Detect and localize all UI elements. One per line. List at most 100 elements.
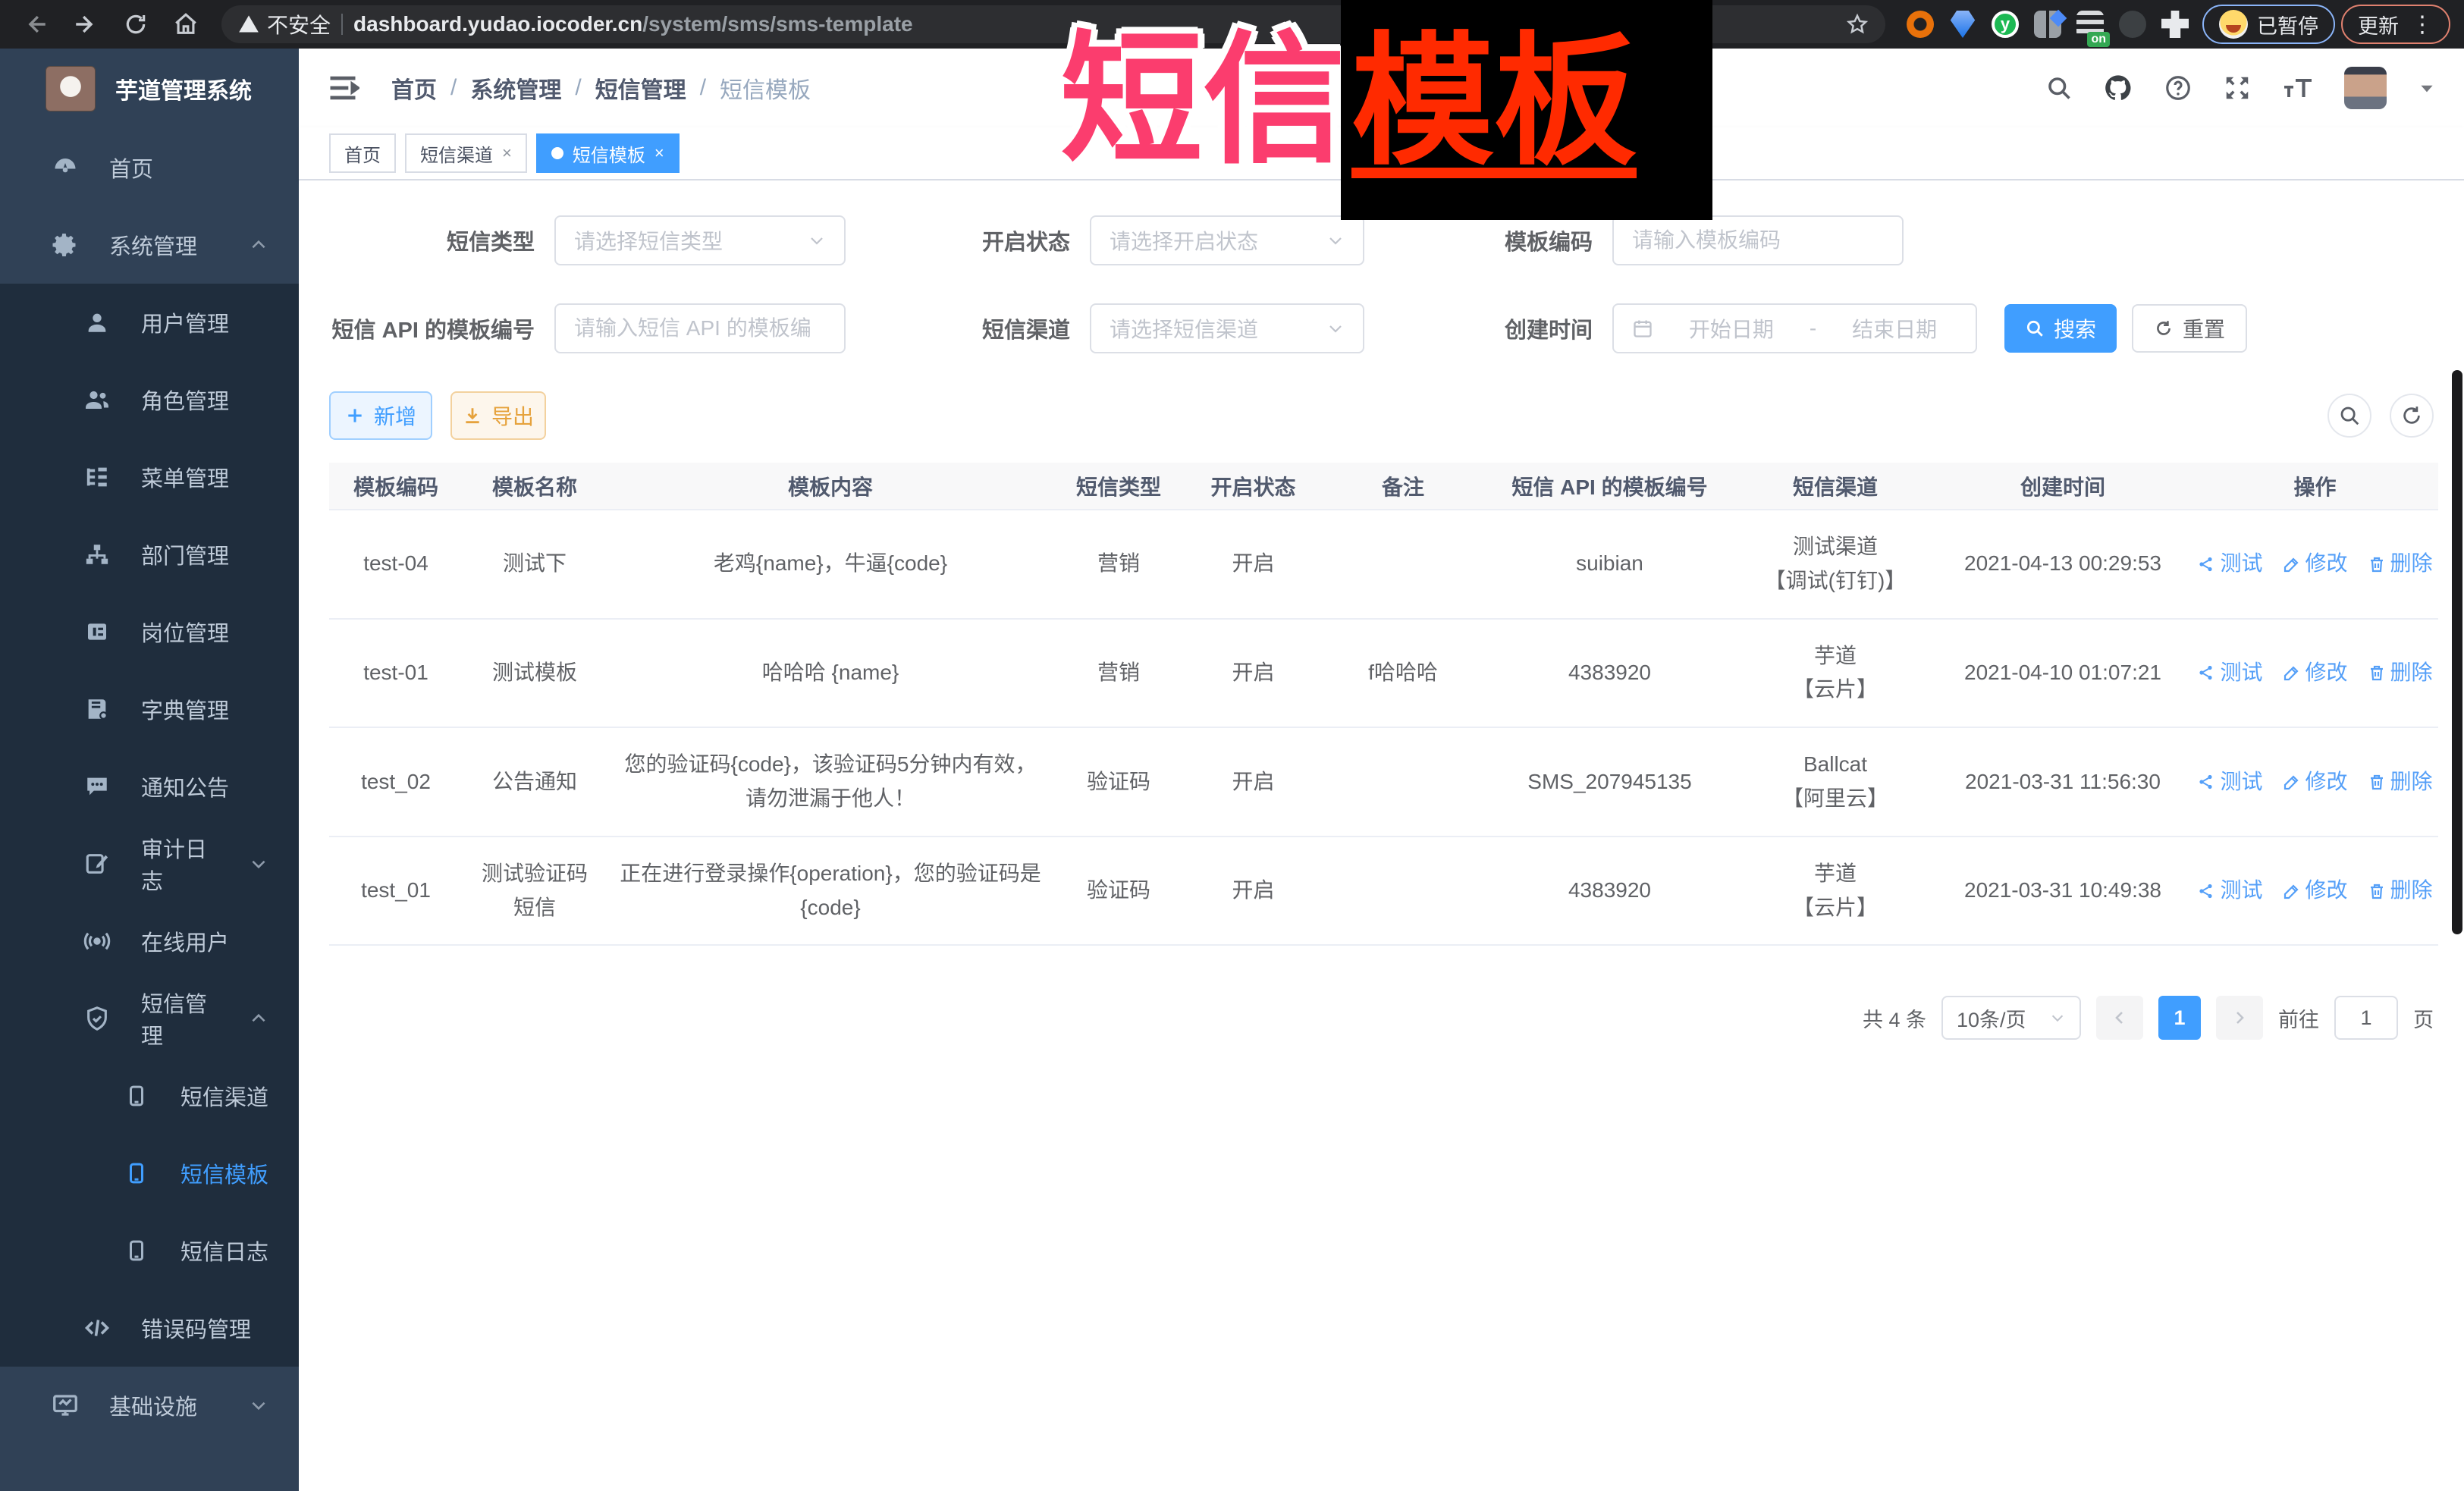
delete-link[interactable]: 删除 [2368,874,2433,908]
github-icon[interactable] [2103,73,2133,103]
test-link[interactable]: 测试 [2197,874,2262,908]
extension-grid-icon[interactable] [2034,11,2061,38]
test-link[interactable]: 测试 [2197,765,2262,799]
search-button[interactable]: 搜索 [2004,304,2117,353]
col-header-actions: 操作 [2192,463,2438,510]
tab-sms-template[interactable]: 短信模板 × [536,133,680,173]
delete-link[interactable]: 删除 [2368,547,2433,581]
sidebar-item-sms[interactable]: 短信管理 [0,980,299,1057]
font-size-icon[interactable] [2282,74,2314,102]
page-size-select[interactable]: 10条/页 [1941,996,2081,1040]
extension-pin-icon[interactable] [1949,11,1976,38]
page-number-1[interactable]: 1 [2158,996,2201,1040]
extension-list-icon[interactable]: on [2076,11,2104,38]
breadcrumb-sms[interactable]: 短信管理 [595,71,686,105]
sidebar-item-system[interactable]: 系统管理 [0,206,299,284]
user-avatar[interactable] [2344,67,2387,109]
edit-link[interactable]: 修改 [2283,547,2348,581]
sidebar-item-error-code[interactable]: 错误码管理 [0,1289,299,1367]
next-page-button[interactable] [2216,996,2263,1040]
edit-link[interactable]: 修改 [2283,765,2348,799]
status-select[interactable]: 请选择开启状态 [1090,215,1364,265]
sms-type-select[interactable]: 请选择短信类型 [554,215,846,265]
extensions-puzzle-icon[interactable] [2161,11,2189,38]
sidebar-item-sms-template[interactable]: 短信模板 [0,1135,299,1212]
sidebar-item-posts[interactable]: 岗位管理 [0,593,299,670]
sidebar-item-audit-log[interactable]: 审计日志 [0,825,299,902]
caret-down-icon[interactable] [2417,78,2437,98]
show-search-icon-button[interactable] [2327,394,2371,438]
sidebar-item-depts[interactable]: 部门管理 [0,516,299,593]
cell-status: 开启 [1183,510,1323,619]
channel-select[interactable]: 请选择短信渠道 [1090,303,1364,353]
sidebar-item-users[interactable]: 用户管理 [0,284,299,361]
chevron-down-icon [1326,319,1345,337]
delete-link[interactable]: 删除 [2368,656,2433,690]
sidebar-item-menus[interactable]: 菜单管理 [0,438,299,516]
prev-page-button[interactable] [2096,996,2143,1040]
add-button[interactable]: 新增 [329,391,432,440]
on-badge: on [2087,32,2110,47]
cell-name: 测试模板 [463,619,607,728]
refresh-icon-button[interactable] [2390,394,2434,438]
sidebar-item-notice[interactable]: 通知公告 [0,748,299,825]
cell-created: 2021-03-31 11:56:30 [1934,727,2192,837]
close-icon[interactable]: × [654,143,664,163]
extension-y-icon[interactable]: y [1992,11,2019,38]
tab-sms-channel[interactable]: 短信渠道 × [405,133,527,173]
home-icon[interactable] [164,2,208,46]
page-content: 短信类型 请选择短信类型 开启状态 请选择开启状态 模板编码 短信 API 的模… [299,180,2464,1491]
sidebar-item-online-users[interactable]: 在线用户 [0,902,299,980]
breadcrumb-separator: / [575,75,581,101]
sidebar-item-home[interactable]: 首页 [0,129,299,206]
address-bar[interactable]: 不安全 dashboard.yudao.iocoder.cn/system/sm… [221,5,1885,43]
sidebar-item-infrastructure[interactable]: 基础设施 [0,1367,299,1444]
delete-link[interactable]: 删除 [2368,765,2433,799]
sidebar-item-roles[interactable]: 角色管理 [0,361,299,438]
navbar-actions [2045,67,2437,109]
template-code-input[interactable] [1632,228,1884,253]
cell-status: 开启 [1183,619,1323,728]
search-icon[interactable] [2045,74,2073,102]
browser-menu-icon[interactable]: ⋮ [2411,11,2434,38]
reload-icon[interactable] [114,2,158,46]
breadcrumb-system[interactable]: 系统管理 [470,71,561,105]
tab-home[interactable]: 首页 [329,133,396,173]
edit-icon [2283,773,2301,791]
code-icon [82,1314,112,1342]
sidebar-logo[interactable]: 芋道管理系统 [0,49,299,129]
cell-code: test-01 [329,619,463,728]
help-icon[interactable] [2164,74,2192,102]
forward-icon[interactable] [64,2,108,46]
back-icon[interactable] [14,2,58,46]
edit-link[interactable]: 修改 [2283,874,2348,908]
breadcrumb-home[interactable]: 首页 [391,71,437,105]
dashboard-icon [50,154,80,181]
bookmark-star-icon[interactable] [1846,13,1869,36]
edit-link[interactable]: 修改 [2283,656,2348,690]
api-template-id-input[interactable] [574,316,826,341]
export-button[interactable]: 导出 [450,391,546,440]
scrollbar-thumb[interactable] [2452,370,2462,934]
cell-type: 营销 [1054,619,1183,728]
close-icon[interactable]: × [502,143,512,163]
reset-button[interactable]: 重置 [2132,304,2247,353]
sidebar-item-sms-log[interactable]: 短信日志 [0,1212,299,1289]
phone-icon [121,1239,152,1262]
sidebar-item-sms-channel[interactable]: 短信渠道 [0,1057,299,1135]
extension-misc-icon[interactable] [2119,11,2146,38]
sidebar-item-label: 菜单管理 [141,461,229,493]
hamburger-icon[interactable] [326,70,363,106]
fullscreen-icon[interactable] [2223,74,2252,102]
sidebar-item-dict[interactable]: 字典管理 [0,670,299,748]
test-link[interactable]: 测试 [2197,547,2262,581]
chevron-down-icon [249,854,268,874]
chrome-update-pill[interactable]: 更新 ⋮ [2341,5,2450,44]
create-time-range-picker[interactable]: 开始日期 - 结束日期 [1612,303,1977,353]
extension-orange-icon[interactable] [1907,11,1934,38]
goto-page-input[interactable] [2334,996,2398,1040]
sidebar-item-label: 部门管理 [141,538,229,570]
test-link[interactable]: 测试 [2197,656,2262,690]
profile-paused-pill[interactable]: 已暂停 [2202,5,2335,44]
cell-type: 验证码 [1054,727,1183,837]
